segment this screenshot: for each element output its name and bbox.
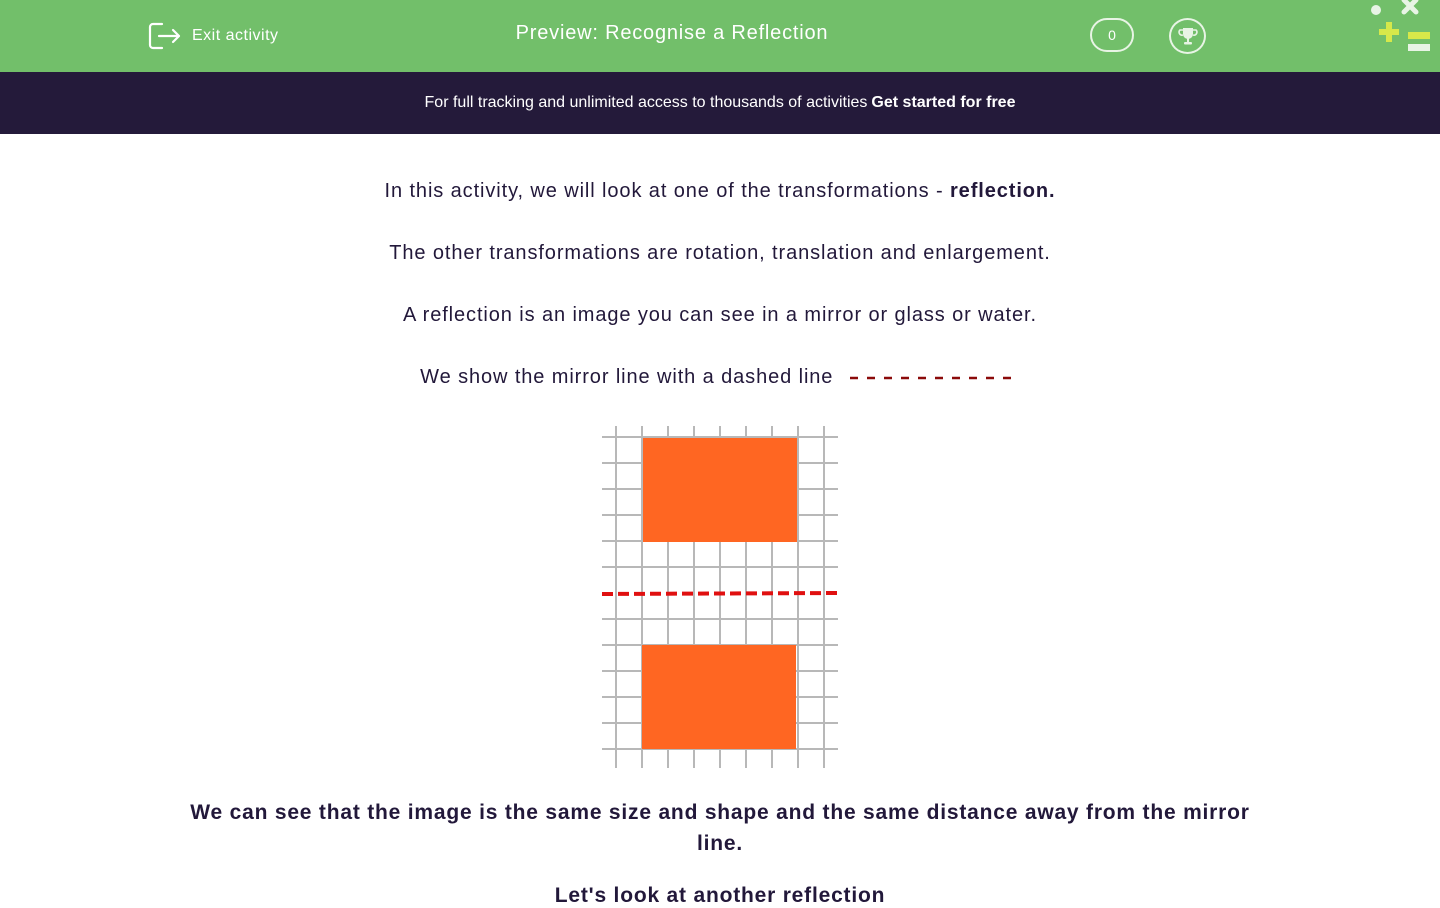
next-heading: Let's look at another reflection bbox=[554, 884, 886, 907]
intro-text: In this activity, we will look at one of… bbox=[384, 180, 944, 202]
mirror-line bbox=[602, 591, 838, 596]
trophy-icon bbox=[1177, 28, 1198, 45]
original-shape bbox=[643, 438, 797, 542]
conclusion-text: We can see that the image is the same si… bbox=[190, 801, 1250, 855]
dashed-line-sample bbox=[849, 376, 1020, 379]
upgrade-banner: For full tracking and unlimited access t… bbox=[0, 72, 1440, 134]
mirror-line-text: We show the mirror line with a dashed li… bbox=[420, 366, 834, 388]
exit-icon bbox=[148, 22, 181, 50]
mirror-line-paragraph: We show the mirror line with a dashed li… bbox=[0, 366, 1440, 389]
get-started-link[interactable]: Get started for free bbox=[871, 94, 1015, 112]
reflection-diagram bbox=[602, 426, 838, 768]
trophy-button[interactable] bbox=[1169, 18, 1206, 54]
reflection-definition: A reflection is an image you can see in … bbox=[403, 304, 1037, 326]
banner-text: For full tracking and unlimited access t… bbox=[424, 94, 868, 111]
intro-paragraph: In this activity, we will look at one of… bbox=[0, 180, 1440, 203]
exit-activity-button[interactable]: Exit activity bbox=[148, 20, 279, 52]
exit-activity-label: Exit activity bbox=[192, 27, 279, 44]
page-title: Preview: Recognise a Reflection bbox=[515, 22, 829, 44]
top-bar: Exit activity Preview: Recognise a Refle… bbox=[0, 0, 1440, 72]
score-badge[interactable]: 0 bbox=[1090, 18, 1134, 52]
reflected-shape bbox=[642, 645, 796, 749]
intro-bold-term: reflection. bbox=[949, 180, 1056, 202]
logo-icon bbox=[1371, 0, 1430, 51]
transformations-paragraph: The other transformations are rotation, … bbox=[389, 242, 1051, 264]
